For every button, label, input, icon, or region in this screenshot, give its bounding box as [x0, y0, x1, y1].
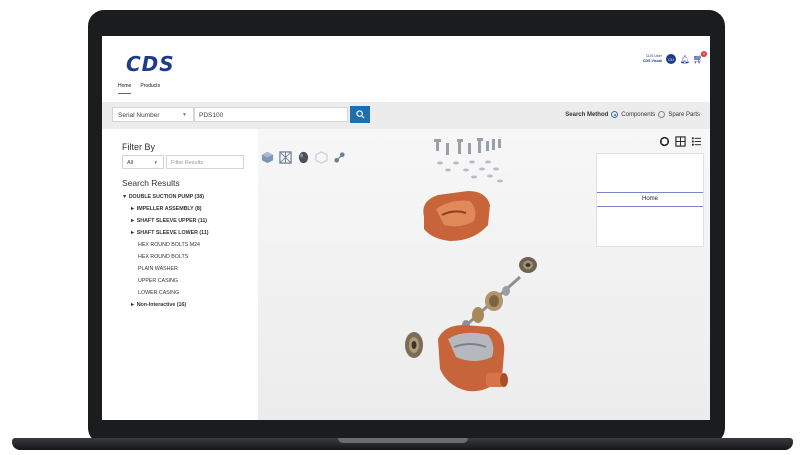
- tree-root-label: DOUBLE SUCTION PUMP (38): [128, 194, 204, 200]
- tree-part-item[interactable]: UPPER CASING: [122, 275, 209, 287]
- exploded-pump-model[interactable]: [378, 129, 658, 420]
- search-icon: [355, 110, 365, 119]
- search-bar: Serial Number ▼ PDS100 Search Method Com…: [102, 102, 710, 129]
- nav-products[interactable]: Products: [140, 83, 160, 94]
- tree-group-item[interactable]: ► IMPELLER ASSEMBLY (8): [122, 203, 209, 215]
- upper-casing-part: [423, 191, 490, 241]
- tree-part-item[interactable]: HEX ROUND BOLTS: [122, 251, 209, 263]
- shaft-sleeve-upper-part: [519, 257, 537, 273]
- shaft-sleeve-lower-part: [405, 332, 423, 358]
- filter-scope-value: All: [127, 160, 134, 166]
- grid-view-icon[interactable]: [675, 136, 686, 150]
- tree-group-label: SHAFT SLEEVE LOWER (11): [136, 230, 209, 236]
- list-view-icon[interactable]: [691, 136, 702, 150]
- serial-number-input[interactable]: PDS100: [194, 107, 348, 122]
- tree-root-item[interactable]: ▼ DOUBLE SUCTION PUMP (38): [122, 191, 209, 203]
- search-type-select[interactable]: Serial Number ▼: [112, 107, 194, 122]
- cds-logo[interactable]: CDS: [126, 52, 175, 76]
- cube-icon[interactable]: [260, 151, 274, 165]
- viewer-toolbar: [260, 151, 346, 165]
- user-info: CDS User CDS Visual: [643, 54, 662, 63]
- filter-scope-select[interactable]: All ▼: [122, 155, 164, 169]
- lower-casing-part: [438, 325, 508, 392]
- components-radio[interactable]: [611, 111, 619, 118]
- results-tree: ▼ DOUBLE SUCTION PUMP (38) ► IMPELLER AS…: [122, 191, 209, 311]
- tree-part-item[interactable]: HEX ROUND BOLTS M24: [122, 239, 209, 251]
- impeller-assembly-part: [460, 275, 522, 331]
- tree-part-item[interactable]: LOWER CASING: [122, 287, 209, 299]
- search-method-label: Search Method: [565, 111, 609, 118]
- tree-noninteractive-item[interactable]: ► Non-Interactive (16): [122, 299, 209, 311]
- search-method: Search Method Components Spare Parts: [565, 111, 700, 118]
- search-type-value: Serial Number: [118, 112, 160, 119]
- tree-noninteractive-label: Non-Interactive (16): [136, 302, 187, 308]
- bolts-group: [434, 138, 501, 155]
- search-results-title: Search Results: [122, 178, 180, 188]
- user-name: CDS User: [645, 54, 662, 58]
- explode-icon[interactable]: [332, 151, 346, 165]
- nav-home[interactable]: Home: [118, 83, 132, 94]
- app-screen: CDS Home Products CDS User CDS Visual CU…: [102, 36, 710, 420]
- 3d-view-icon[interactable]: [659, 136, 670, 150]
- user-company: CDS Visual: [642, 58, 662, 63]
- tree-group-label: SHAFT SLEEVE UPPER (11): [136, 218, 208, 224]
- chevron-down-icon: ▼: [153, 160, 158, 165]
- search-button[interactable]: [350, 106, 370, 123]
- avatar[interactable]: CU: [666, 54, 676, 64]
- transparent-icon[interactable]: [314, 151, 328, 165]
- chevron-down-icon: ▼: [182, 112, 187, 118]
- shaded-icon[interactable]: [296, 151, 310, 165]
- 3d-viewer[interactable]: Home: [258, 129, 710, 420]
- tree-part-item[interactable]: PLAIN WASHER: [122, 263, 209, 275]
- components-label[interactable]: Components: [621, 112, 655, 118]
- view-mode-icons: [659, 136, 702, 150]
- filter-results-input[interactable]: Filter Results: [166, 155, 244, 169]
- bell-icon[interactable]: 🔔︎: [680, 55, 690, 64]
- filter-panel: Filter By All ▼ Filter Results Search Re…: [102, 129, 258, 420]
- main-nav: Home Products: [118, 83, 160, 94]
- filter-title: Filter By: [122, 142, 156, 152]
- spare-parts-radio[interactable]: [658, 111, 666, 118]
- tree-group-item[interactable]: ► SHAFT SLEEVE UPPER (11): [122, 215, 209, 227]
- washers-group: [437, 160, 503, 183]
- spare-parts-label[interactable]: Spare Parts: [668, 112, 700, 118]
- wireframe-icon[interactable]: [278, 151, 292, 165]
- laptop-notch: [338, 438, 468, 443]
- cart-count-badge: 0: [701, 51, 707, 57]
- tree-group-item[interactable]: ► SHAFT SLEEVE LOWER (11): [122, 227, 209, 239]
- tree-group-label: IMPELLER ASSEMBLY (8): [136, 206, 202, 212]
